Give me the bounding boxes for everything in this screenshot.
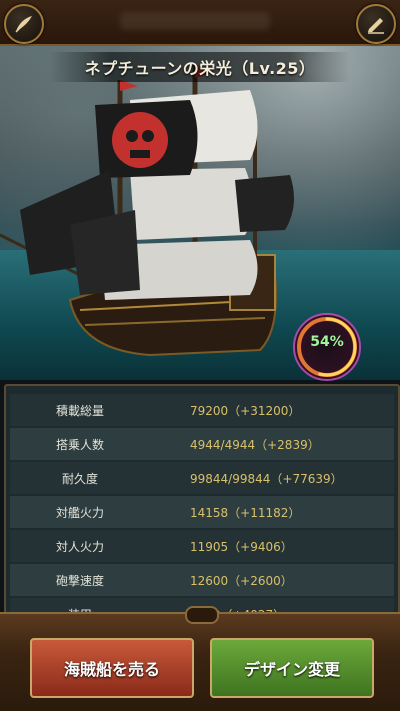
stat-value: 12600（+2600） xyxy=(190,573,293,588)
stat-value: 4944/4944（+2839） xyxy=(190,437,320,452)
progress-percent-label: 54% xyxy=(310,334,344,350)
stat-value: 11905（+9406） xyxy=(190,539,293,554)
stat-row: 搭乗人数 4944/4944（+2839） xyxy=(10,428,394,460)
stat-label: 搭乗人数 xyxy=(55,437,104,452)
stat-label: 積載総量 xyxy=(55,403,104,418)
stat-row: 積載総量 79200（+31200） xyxy=(10,394,394,426)
ship-title-banner: ネプチューンの栄光（Lv.25） xyxy=(50,52,350,82)
stats-panel[interactable]: 積載総量 79200（+31200） 搭乗人数 4944/4944（+2839）… xyxy=(4,384,400,614)
stat-value: 79200（+31200） xyxy=(190,403,301,418)
ship-title: ネプチューンの栄光（Lv.25） xyxy=(84,59,316,78)
stat-row: 耐久度 99844/99844（+77639） xyxy=(10,462,394,494)
stat-label: 砲撃速度 xyxy=(55,573,104,588)
ship-detail-screen: ネプチューンの栄光（Lv.25） 54% 積載総量 79200（+31200） … xyxy=(0,0,400,711)
quill-icon[interactable] xyxy=(4,4,44,44)
pencil-edit-icon[interactable] xyxy=(356,4,396,44)
stat-row: 対人火力 11905（+9406） xyxy=(10,530,394,562)
blurred-player-name xyxy=(120,12,270,30)
top-bar xyxy=(0,0,400,46)
bottom-action-bar: 海賊船を売る デザイン変更 xyxy=(0,606,400,711)
sell-ship-button[interactable]: 海賊船を売る xyxy=(30,638,194,698)
stat-value: 99844/99844（+77639） xyxy=(190,471,343,486)
divider-ornament xyxy=(185,606,219,624)
stat-row: 砲撃速度 12600（+2600） xyxy=(10,564,394,596)
change-design-button[interactable]: デザイン変更 xyxy=(210,638,374,698)
stat-label: 対人火力 xyxy=(55,539,104,554)
stat-row: 対艦火力 14158（+11182） xyxy=(10,496,394,528)
stat-value: 14158（+11182） xyxy=(190,505,301,520)
stat-label: 対艦火力 xyxy=(55,505,104,520)
stat-label: 耐久度 xyxy=(61,471,98,486)
